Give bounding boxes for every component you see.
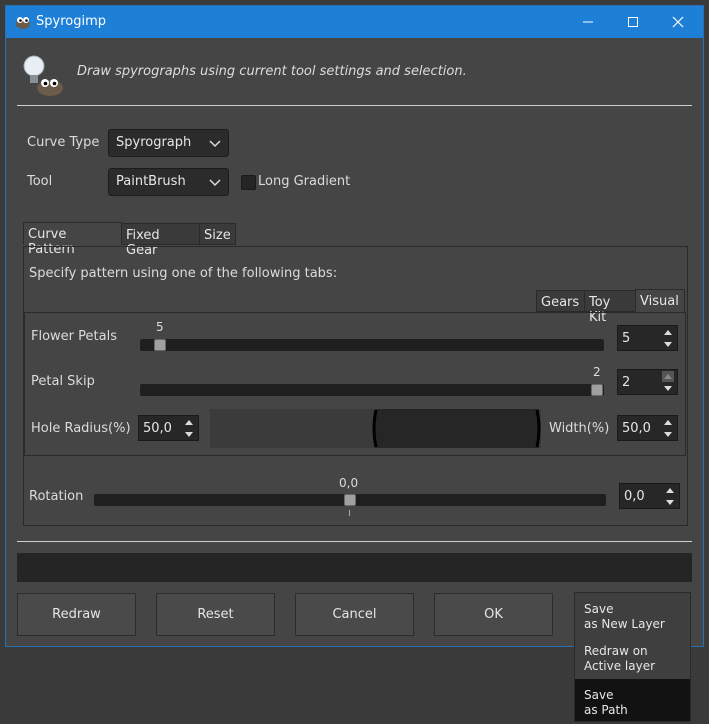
plugin-lightbulb-icon — [20, 50, 68, 98]
pattern-intro: Specify pattern using one of the followi… — [29, 266, 338, 281]
hole-radius-spinbox[interactable]: 50,0 — [138, 415, 199, 441]
spin-value: 50,0 — [143, 421, 172, 436]
petal-skip-slider-value: 2 — [593, 365, 601, 379]
flower-petals-label: Flower Petals — [31, 329, 117, 344]
hole-radius-label: Hole Radius(%) — [31, 421, 131, 436]
width-label: Width(%) — [549, 421, 610, 436]
long-gradient-label[interactable]: Long Gradient — [258, 174, 350, 189]
tab-label: Visual — [640, 294, 679, 309]
rotation-label: Rotation — [29, 489, 84, 504]
width-spinbox[interactable]: 50,0 — [617, 415, 678, 441]
menu-item-line: Redraw on — [584, 644, 648, 658]
cancel-button[interactable]: Cancel — [295, 593, 414, 636]
spin-up-icon[interactable] — [662, 371, 674, 382]
menu-item-line: as Path — [584, 703, 628, 717]
close-icon[interactable] — [655, 6, 701, 38]
slider-thumb[interactable] — [591, 384, 603, 396]
spin-down-icon[interactable] — [662, 383, 674, 394]
tab-fixed-gear[interactable]: Fixed Gear — [121, 223, 200, 258]
gimp-app-icon — [14, 13, 32, 31]
header-divider — [17, 105, 692, 106]
menu-item-line: Active layer — [584, 659, 656, 673]
petal-skip-label: Petal Skip — [31, 374, 95, 389]
tab-size[interactable]: Size — [199, 223, 236, 245]
menu-item-redraw-active-layer[interactable]: Redraw on Active layer — [575, 635, 690, 677]
chevron-down-icon — [208, 133, 222, 153]
petal-skip-slider[interactable] — [140, 384, 604, 396]
rotation-center-tick — [349, 510, 350, 516]
title-bar[interactable]: Spyrogimp — [6, 6, 703, 38]
curve-type-label: Curve Type — [27, 135, 100, 150]
flower-petals-slider[interactable] — [140, 339, 604, 351]
tool-value: PaintBrush — [116, 174, 186, 189]
spin-down-icon[interactable] — [662, 429, 674, 440]
rotation-slider-value: 0,0 — [339, 476, 359, 490]
dialog-window: Spyrogimp Draw spyrographs using current… — [6, 6, 703, 646]
menu-item-line: Save — [584, 602, 614, 616]
spin-down-icon[interactable] — [183, 429, 195, 440]
slider-thumb[interactable] — [344, 494, 356, 506]
curve-type-value: Spyrograph — [116, 135, 192, 150]
tool-label: Tool — [27, 174, 53, 189]
spin-down-icon[interactable] — [664, 497, 676, 508]
spin-up-icon[interactable] — [183, 417, 195, 428]
spin-value: 50,0 — [622, 421, 651, 436]
maximize-icon[interactable] — [610, 6, 656, 38]
subtab-gears[interactable]: Gears — [536, 290, 585, 312]
ok-dropdown-menu: Save as New Layer Redraw on Active layer… — [574, 592, 691, 722]
progress-bar — [17, 553, 692, 582]
window-title: Spyrogimp — [36, 14, 106, 29]
spin-value: 5 — [622, 331, 631, 346]
menu-item-line: as New Layer — [584, 617, 665, 631]
tab-curve-pattern[interactable]: Curve Pattern — [23, 222, 122, 257]
menu-item-line: Save — [584, 688, 614, 702]
chevron-down-icon — [208, 172, 222, 192]
rotation-spinbox[interactable]: 0,0 — [619, 483, 680, 509]
long-gradient-checkbox[interactable] — [241, 175, 256, 190]
tool-select[interactable]: PaintBrush — [108, 168, 229, 196]
slider-thumb[interactable] — [154, 339, 166, 351]
spin-value: 0,0 — [624, 489, 645, 504]
subtab-visual[interactable]: Visual — [635, 289, 685, 312]
menu-item-save-as-path[interactable]: Save as Path — [575, 679, 690, 721]
tab-label: Size — [204, 228, 231, 243]
petal-skip-spinbox[interactable]: 2 — [617, 369, 678, 395]
spin-up-icon[interactable] — [662, 417, 674, 428]
spin-down-icon[interactable] — [662, 339, 674, 350]
footer-divider — [17, 541, 692, 542]
redraw-button[interactable]: Redraw — [17, 593, 136, 636]
minimize-icon[interactable] — [565, 6, 611, 38]
spin-up-icon[interactable] — [662, 327, 674, 338]
rotation-slider[interactable] — [94, 494, 606, 506]
flower-petals-slider-value: 5 — [156, 320, 164, 334]
ring-edges — [372, 409, 541, 448]
menu-item-save-new-layer[interactable]: Save as New Layer — [575, 593, 690, 635]
curve-type-select[interactable]: Spyrograph — [108, 129, 229, 157]
tab-label: Gears — [541, 295, 580, 310]
spin-up-icon[interactable] — [664, 485, 676, 496]
ok-button[interactable]: OK — [434, 593, 553, 636]
reset-button[interactable]: Reset — [156, 593, 275, 636]
spin-value: 2 — [622, 375, 631, 390]
flower-petals-spinbox[interactable]: 5 — [617, 325, 678, 351]
subtab-toy-kit[interactable]: Toy Kit — [584, 290, 636, 325]
dialog-description: Draw spyrographs using current tool sett… — [77, 64, 467, 79]
hole-width-visual-area[interactable] — [210, 409, 541, 448]
